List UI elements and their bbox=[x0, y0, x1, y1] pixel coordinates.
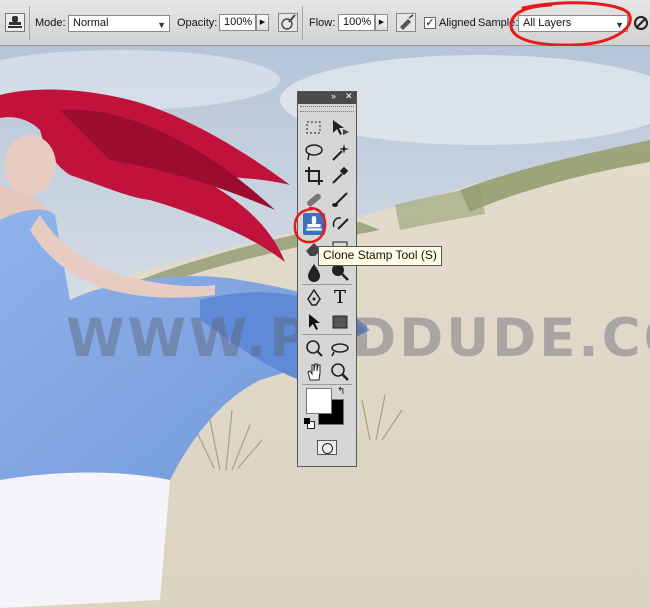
opacity-slider-button[interactable]: ▶ bbox=[256, 14, 269, 31]
tablet-pressure-opacity-icon[interactable] bbox=[278, 13, 298, 32]
history-brush-tool-icon[interactable] bbox=[330, 214, 350, 234]
hand-tool-icon[interactable] bbox=[304, 362, 324, 382]
mode-label: Mode: bbox=[35, 17, 66, 29]
watermark-text: WWW.PSDDUDE.COM bbox=[66, 308, 650, 369]
zoom-tool-icon[interactable] bbox=[330, 362, 350, 382]
opacity-input[interactable]: 100% bbox=[219, 14, 256, 31]
tools-panel: » ✕ T ↰ bbox=[293, 91, 357, 467]
collapse-panel-icon[interactable]: » bbox=[331, 91, 336, 101]
tool-group-divider bbox=[302, 284, 352, 285]
clone-stamp-preset-icon[interactable] bbox=[5, 13, 25, 32]
aligned-checkbox[interactable]: ✓ bbox=[424, 17, 436, 29]
marquee-tool-icon[interactable] bbox=[304, 118, 324, 138]
quick-mask-mode-icon[interactable] bbox=[317, 440, 337, 455]
pen-tool-icon[interactable] bbox=[304, 288, 324, 308]
annotation-circle bbox=[293, 206, 327, 244]
path-selection-tool-icon[interactable] bbox=[304, 312, 324, 332]
aligned-label: Aligned bbox=[439, 17, 476, 29]
flow-value: 100% bbox=[343, 16, 372, 28]
tool-group-divider bbox=[302, 334, 352, 335]
eyedropper-tool-icon[interactable] bbox=[330, 166, 350, 186]
close-panel-icon[interactable]: ✕ bbox=[345, 91, 353, 102]
3d-rotate-tool-icon[interactable] bbox=[304, 338, 324, 358]
flow-slider-button[interactable]: ▶ bbox=[375, 14, 388, 31]
tool-group-divider bbox=[302, 384, 352, 385]
brush-tool-icon[interactable] bbox=[330, 190, 350, 210]
move-tool-icon[interactable] bbox=[330, 118, 350, 138]
rectangle-tool-icon[interactable] bbox=[330, 312, 350, 332]
crop-tool-icon[interactable] bbox=[304, 166, 324, 186]
quick-selection-tool-icon[interactable] bbox=[330, 142, 350, 162]
opacity-value: 100% bbox=[224, 16, 253, 28]
options-bar: Mode: Normal ▼ Opacity: 100% ▶ Flow: 100… bbox=[0, 0, 650, 47]
flow-label: Flow: bbox=[309, 17, 336, 29]
type-tool-icon[interactable]: T bbox=[330, 288, 350, 308]
tooltip: Clone Stamp Tool (S) bbox=[318, 246, 442, 266]
mode-select[interactable]: Normal ▼ bbox=[68, 15, 170, 32]
swap-colors-icon[interactable]: ↰ bbox=[337, 386, 345, 397]
chevron-down-icon: ▼ bbox=[157, 20, 166, 30]
foreground-color-swatch[interactable] bbox=[306, 388, 332, 414]
default-colors-icon[interactable] bbox=[304, 418, 315, 429]
opacity-label: Opacity: bbox=[177, 17, 218, 29]
tools-panel-header[interactable]: » ✕ bbox=[298, 91, 356, 104]
airbrush-icon[interactable] bbox=[396, 13, 416, 32]
3d-orbit-tool-icon[interactable] bbox=[330, 338, 350, 358]
toolbar-separator bbox=[29, 6, 30, 40]
mode-value: Normal bbox=[73, 17, 109, 29]
toolbar-separator bbox=[302, 6, 303, 40]
panel-grip[interactable] bbox=[300, 106, 354, 112]
flow-input[interactable]: 100% bbox=[338, 14, 375, 31]
annotation-circle bbox=[509, 1, 632, 47]
lasso-tool-icon[interactable] bbox=[304, 142, 324, 162]
